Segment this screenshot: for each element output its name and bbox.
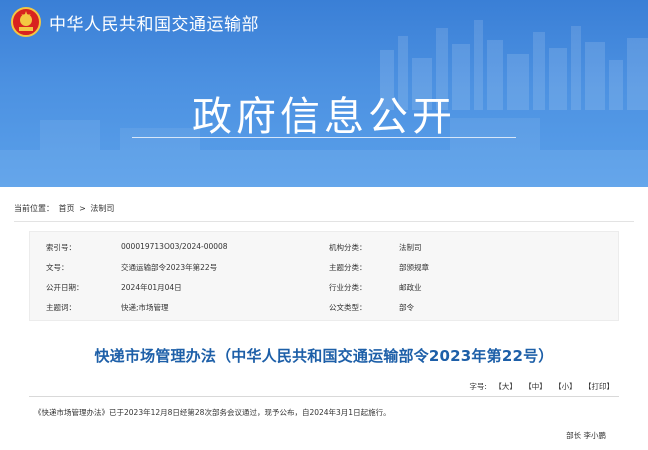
section-title: 政府信息公开 — [192, 94, 456, 140]
breadcrumb-current-link[interactable]: 法制司 — [90, 204, 114, 213]
document-title: 快递市场管理办法（中华人民共和国交通运输部令2023年第22号） — [94, 347, 554, 365]
meta-label: 行业分类： — [329, 283, 367, 292]
meta-label: 主题分类： — [329, 263, 367, 272]
meta-value: 000019713O03/2024-00008 — [121, 242, 228, 251]
breadcrumb-separator: > — [79, 204, 86, 213]
content-divider — [29, 396, 619, 397]
meta-label: 索引号： — [46, 243, 76, 252]
font-small-button[interactable]: 【小】 — [554, 382, 577, 391]
meta-value: 法制司 — [399, 243, 422, 252]
meta-row: 索引号： 000019713O03/2024-00008 机构分类： 法制司 — [30, 242, 620, 256]
meta-label: 公文类型： — [329, 303, 367, 312]
font-large-button[interactable]: 【大】 — [494, 382, 517, 391]
document-body: 《快递市场管理办法》已于2023年12月8日经第28次部务会议通过，现予公布，自… — [34, 408, 391, 417]
meta-value: 部颁规章 — [399, 263, 429, 272]
meta-value: 2024年01月04日 — [121, 283, 182, 292]
meta-value: 邮政业 — [399, 283, 422, 292]
meta-label: 机构分类： — [329, 243, 367, 252]
breadcrumb-home-link[interactable]: 首页 — [59, 204, 75, 213]
font-size-label: 字号: — [469, 382, 487, 391]
meta-value: 部令 — [399, 303, 414, 312]
meta-row: 主题词： 快递;市场管理 公文类型： 部令 — [30, 302, 620, 316]
meta-label: 文号： — [46, 263, 69, 272]
ministry-name: 中华人民共和国交通运输部 — [49, 14, 259, 35]
breadcrumb: 当前位置： 首页 > 法制司 — [14, 203, 116, 214]
ministry-logo-row[interactable]: 中华人民共和国交通运输部 — [11, 5, 259, 39]
document-signature: 部长 李小鹏 — [566, 431, 606, 440]
breadcrumb-label: 当前位置： — [14, 204, 54, 213]
meta-label: 主题词： — [46, 303, 76, 312]
meta-value: 交通运输部令2023年第22号 — [121, 263, 218, 272]
meta-label: 公开日期： — [46, 283, 84, 292]
national-emblem-icon — [11, 7, 41, 37]
meta-row: 文号： 交通运输部令2023年第22号 主题分类： 部颁规章 — [30, 262, 620, 276]
font-size-controls: 字号: 【大】 【中】 【小】 【打印】 — [469, 381, 614, 392]
meta-row: 公开日期： 2024年01月04日 行业分类： 邮政业 — [30, 282, 620, 296]
meta-value: 快递;市场管理 — [121, 303, 169, 312]
document-metadata-table: 索引号： 000019713O03/2024-00008 机构分类： 法制司 文… — [29, 231, 619, 321]
breadcrumb-divider — [14, 221, 634, 222]
font-medium-button[interactable]: 【中】 — [524, 382, 547, 391]
title-underline — [132, 137, 516, 138]
header-banner: 中华人民共和国交通运输部 政府信息公开 — [0, 0, 648, 187]
print-button[interactable]: 【打印】 — [584, 382, 614, 391]
